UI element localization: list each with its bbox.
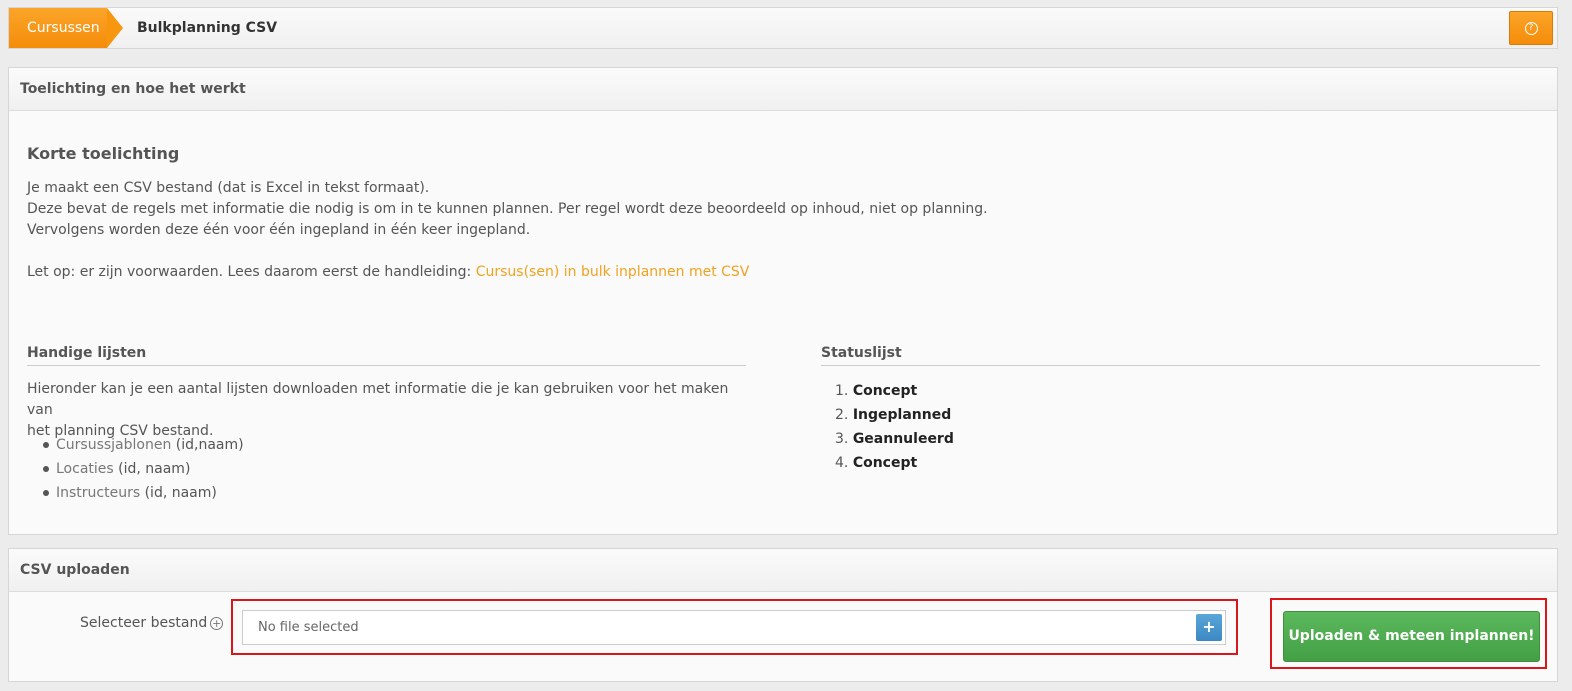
list-item-suffix: (id,naam) xyxy=(171,437,244,453)
explanation-panel-title: Toelichting en hoe het werkt xyxy=(9,68,1557,111)
status-item: 4. Concept xyxy=(821,451,954,475)
manual-note-text: Let op: er zijn voorwaarden. Lees daarom… xyxy=(27,264,476,280)
explanation-line-1: Je maakt een CSV bestand (dat is Excel i… xyxy=(27,180,430,196)
breadcrumb-bar: Cursussen Bulkplanning CSV ? xyxy=(8,7,1558,49)
help-button[interactable]: ? xyxy=(1509,11,1553,45)
status-list: 1. Concept 2. Ingeplanned 3. Geannuleerd… xyxy=(821,379,954,475)
download-locaties-link[interactable]: Locaties xyxy=(56,461,114,477)
browse-file-button[interactable]: + xyxy=(1196,614,1222,641)
list-item-suffix: (id, naam) xyxy=(113,461,191,477)
status-item: 3. Geannuleerd xyxy=(821,427,954,451)
file-input-placeholder: No file selected xyxy=(258,620,359,635)
plus-circle-icon[interactable]: + xyxy=(210,617,224,630)
page-title: Bulkplanning CSV xyxy=(137,20,278,36)
manual-link[interactable]: Cursus(sen) in bulk inplannen met CSV xyxy=(476,264,750,280)
short-explanation-heading: Korte toelichting xyxy=(27,144,180,163)
status-item: 2. Ingeplanned xyxy=(821,403,954,427)
explanation-text: Je maakt een CSV bestand (dat is Excel i… xyxy=(27,178,1127,241)
download-cursussjablonen-link[interactable]: Cursussjablonen xyxy=(56,437,171,453)
status-number: 1. xyxy=(835,383,849,399)
status-label: Concept xyxy=(852,455,918,471)
list-item: Locaties (id, naam) xyxy=(27,457,244,481)
status-item: 1. Concept xyxy=(821,379,954,403)
breadcrumb-cursussen[interactable]: Cursussen xyxy=(9,8,107,48)
status-label: Concept xyxy=(852,383,918,399)
breadcrumb-arrow xyxy=(107,8,123,48)
lists-intro-line-1: Hieronder kan je een aantal lijsten down… xyxy=(27,381,729,418)
list-item: Instructeurs (id, naam) xyxy=(27,481,244,505)
select-file-label: Selecteer bestand + xyxy=(80,615,224,631)
explanation-line-2: Deze bevat de regels met informatie die … xyxy=(27,201,988,217)
download-instructeurs-link[interactable]: Instructeurs xyxy=(56,485,140,501)
status-label: Geannuleerd xyxy=(852,431,954,447)
status-section-title: Statuslijst xyxy=(821,345,1540,366)
manual-note: Let op: er zijn voorwaarden. Lees daarom… xyxy=(27,262,749,283)
file-input[interactable]: No file selected + xyxy=(242,610,1226,645)
upload-and-schedule-button[interactable]: Uploaden & meteen inplannen! xyxy=(1283,611,1540,662)
status-number: 4. xyxy=(835,455,849,471)
explanation-line-3: Vervolgens worden deze één voor één inge… xyxy=(27,222,531,238)
status-number: 3. xyxy=(835,431,849,447)
question-circle-icon: ? xyxy=(1524,21,1538,35)
lists-section-title: Handige lijsten xyxy=(27,345,746,366)
download-lists: Cursussjablonen (id,naam) Locaties (id, … xyxy=(27,433,244,505)
upload-panel-title: CSV uploaden xyxy=(9,549,1557,592)
status-label: Ingeplanned xyxy=(852,407,952,423)
select-file-label-text: Selecteer bestand xyxy=(80,615,208,631)
list-item-suffix: (id, naam) xyxy=(140,485,217,501)
list-item: Cursussjablonen (id,naam) xyxy=(27,433,244,457)
status-number: 2. xyxy=(835,407,849,423)
